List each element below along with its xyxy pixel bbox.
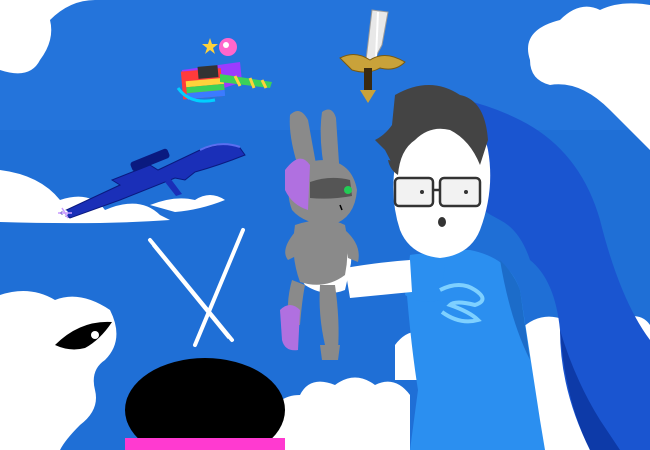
illustration-scene [0,0,650,450]
character-mouth [438,217,446,227]
